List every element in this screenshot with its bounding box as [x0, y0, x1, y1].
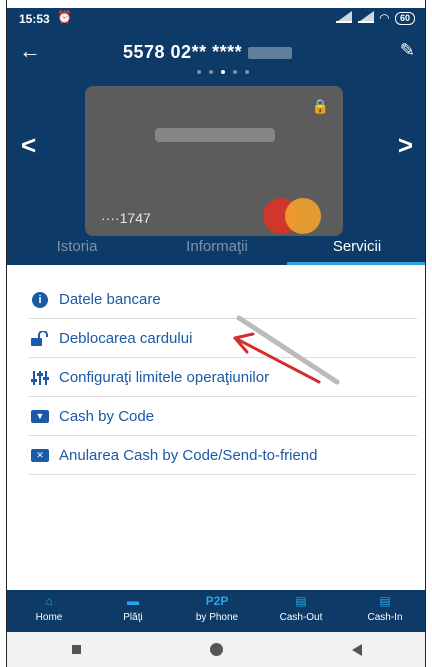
nav-label: Plăţi: [123, 612, 143, 623]
nav-cash-in[interactable]: ▤ Cash-In: [343, 590, 425, 632]
card-title: 5578 02** ****: [123, 42, 293, 63]
cash-code-icon: ▼: [29, 410, 51, 423]
card-pager-dots: [197, 70, 249, 74]
card-number-masked: 5578 02** ****: [123, 42, 243, 62]
status-time: 15:53: [19, 12, 50, 26]
status-icons: ◠ 60: [335, 11, 415, 25]
services-list: i Datele bancare Deblocarea cardului Con…: [7, 265, 425, 590]
pager-dot: [245, 70, 249, 74]
annotation-red-arrow: [233, 332, 321, 384]
bank-card[interactable]: 🔒 ····1747: [85, 86, 343, 236]
unlock-icon: [29, 330, 51, 347]
nav-label: Cash-In: [367, 612, 403, 623]
service-item-anularea-cash-by-code[interactable]: ✕ Anularea Cash by Code/Send-to-friend: [29, 437, 417, 475]
nav-label: Home: [35, 612, 63, 623]
blurred-card-name: [155, 128, 275, 142]
card-header: ← 5578 02** **** ✎ < 🔒 ····1747 > Istori…: [7, 30, 425, 265]
recent-apps-icon[interactable]: [71, 645, 81, 654]
service-label: Deblocarea cardului: [59, 330, 193, 347]
battery-icon: 60: [394, 11, 415, 25]
cancel-cash-icon: ✕: [29, 449, 51, 462]
nav-p2p[interactable]: P2P by Phone: [175, 590, 259, 632]
service-label: Datele bancare: [59, 291, 161, 308]
pager-dot: [197, 70, 201, 74]
nav-plati[interactable]: ▬ Plăţi: [91, 590, 175, 632]
alarm-icon: ⏰: [57, 10, 72, 24]
pager-dot: [209, 70, 213, 74]
bottom-navigation: ⌂ Home ▬ Plăţi P2P by Phone ▤ Cash-Out ▤…: [7, 590, 425, 632]
cash-in-icon: ▤: [379, 594, 391, 608]
app-frame: 15:53 ⏰ ◠ 60 ← 5578 02** **** ✎ < 🔒 ····…: [6, 0, 426, 667]
pager-dot: [233, 70, 237, 74]
edit-pencil-icon[interactable]: ✎: [400, 40, 415, 61]
sliders-icon: [29, 370, 51, 386]
tab-bar: Istoria Informaţii Servicii: [7, 232, 425, 265]
nav-cash-out[interactable]: ▤ Cash-Out: [259, 590, 343, 632]
status-bar: 15:53 ⏰ ◠ 60: [7, 8, 425, 30]
nav-label: Cash-Out: [279, 612, 323, 623]
system-nav-bar: [7, 632, 425, 667]
signal-icon: [357, 11, 374, 23]
nav-label: by Phone: [195, 612, 239, 623]
back-triangle-icon[interactable]: [352, 643, 363, 656]
wifi-icon: ◠: [379, 11, 389, 25]
blurred-digits: [248, 47, 293, 60]
info-icon: i: [29, 291, 51, 308]
signal-icon: [335, 11, 352, 23]
wallet-icon: ▬: [127, 594, 139, 608]
lock-icon: 🔒: [311, 98, 329, 114]
back-arrow-icon[interactable]: ←: [19, 40, 41, 62]
service-label: Cash by Code: [59, 408, 155, 425]
home-circle-icon[interactable]: [209, 643, 223, 656]
chevron-right-icon[interactable]: >: [398, 130, 413, 161]
chevron-left-icon[interactable]: <: [21, 130, 36, 161]
pager-dot-active: [221, 70, 225, 74]
tab-istoria[interactable]: Istoria: [7, 232, 147, 265]
service-item-cash-by-code[interactable]: ▼ Cash by Code: [29, 398, 417, 436]
service-label: Anularea Cash by Code/Send-to-friend: [59, 447, 318, 464]
nav-home[interactable]: ⌂ Home: [7, 590, 91, 632]
cash-out-icon: ▤: [295, 594, 307, 608]
card-last-digits: ····1747: [101, 210, 151, 226]
home-icon: ⌂: [45, 594, 53, 608]
tab-servicii[interactable]: Servicii: [287, 232, 425, 265]
p2p-icon: P2P: [205, 594, 229, 608]
tab-informatii[interactable]: Informaţii: [147, 232, 287, 265]
mastercard-logo-orange: [285, 198, 321, 234]
